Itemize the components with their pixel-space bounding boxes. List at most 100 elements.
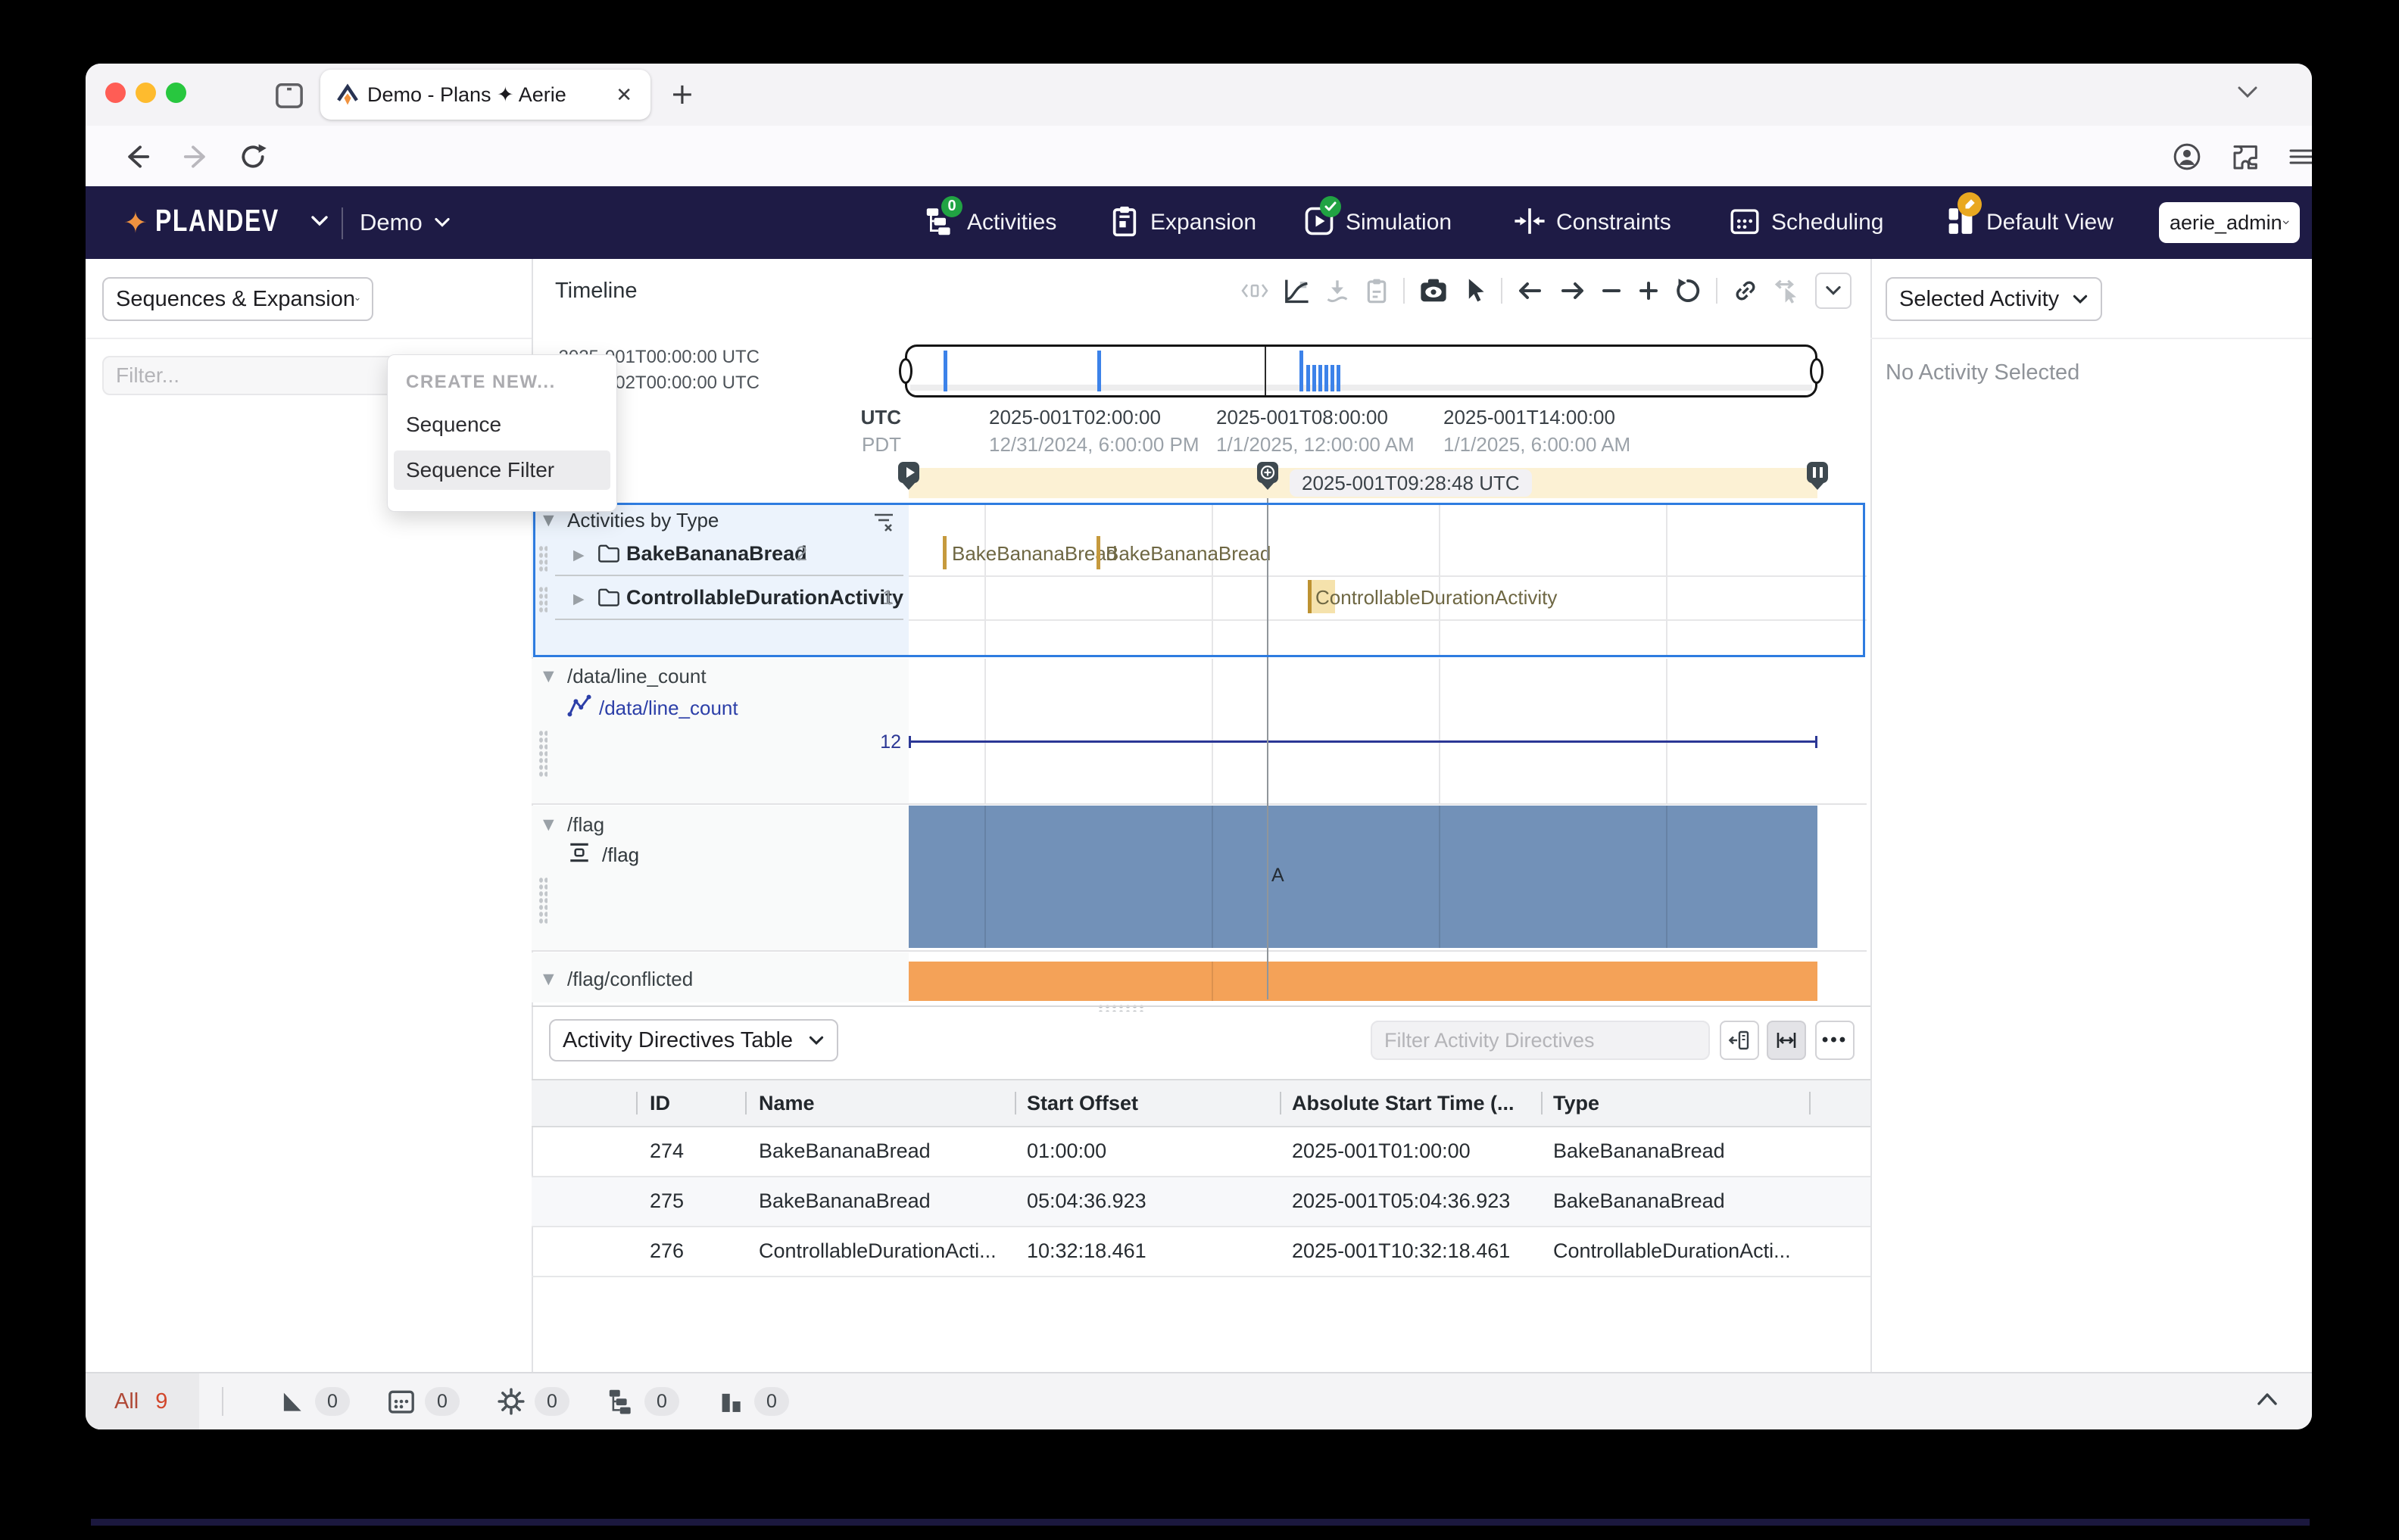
expand-triangle-icon[interactable]: ▶ — [573, 547, 585, 563]
nav-item-constraints[interactable]: Constraints — [1514, 186, 1671, 259]
gear-icon[interactable] — [497, 1387, 526, 1420]
table-panel-toggle-button[interactable] — [1720, 1021, 1759, 1060]
activity-group-name[interactable]: ControllableDurationActivity — [626, 586, 903, 609]
close-window-button[interactable] — [105, 83, 126, 103]
counter-badge[interactable]: 0 — [425, 1387, 460, 1416]
minimap-right-handle[interactable] — [1810, 358, 1823, 384]
user-menu[interactable]: aerie_admin — [2159, 202, 2300, 243]
expand-triangle-icon[interactable]: ▶ — [573, 591, 585, 607]
column-header-absolute-start[interactable]: Absolute Start Time (... — [1292, 1092, 1515, 1115]
time-cursor-line[interactable] — [1267, 498, 1268, 999]
table-row[interactable]: 275 BakeBananaBread 05:04:36.923 2025-00… — [532, 1177, 1870, 1227]
row-drag-handle[interactable] — [538, 730, 547, 778]
pan-left-icon[interactable] — [1517, 280, 1544, 301]
nav-item-scheduling[interactable]: Scheduling — [1729, 186, 1883, 259]
calendar-icon[interactable] — [387, 1387, 416, 1420]
console-tab-all[interactable]: All 9 — [86, 1373, 199, 1429]
minimize-window-button[interactable] — [136, 83, 156, 103]
back-icon[interactable] — [122, 142, 151, 175]
counter-badge[interactable]: 0 — [644, 1387, 679, 1416]
filter-remove-icon[interactable] — [872, 510, 896, 537]
clipboard-icon[interactable] — [1365, 277, 1389, 304]
table-more-button[interactable]: ••• — [1815, 1021, 1855, 1060]
toolbox-icon[interactable] — [273, 78, 306, 115]
timeline-minimap[interactable] — [899, 344, 1823, 397]
chart-edit-icon[interactable] — [1283, 277, 1310, 304]
row-drag-handle[interactable] — [538, 877, 547, 925]
column-header-type[interactable]: Type — [1553, 1092, 1599, 1115]
extensions-puzzle-icon[interactable] — [2231, 142, 2261, 176]
brand-logo[interactable]: PLANDEV — [155, 203, 279, 238]
plan-selector[interactable]: Demo — [360, 186, 451, 259]
plan-start-pin[interactable] — [898, 462, 919, 483]
toolbar-divider — [1403, 278, 1405, 304]
table-row[interactable]: 276 ControllableDurationActi... 10:32:18… — [532, 1227, 1870, 1277]
autosize-columns-button[interactable] — [1767, 1021, 1806, 1060]
hierarchy-icon[interactable] — [607, 1387, 635, 1420]
table-panel-divider[interactable] — [532, 1005, 1870, 1007]
cursor-icon[interactable] — [1462, 277, 1487, 304]
row-drag-handle[interactable] — [538, 545, 547, 572]
activity-bar-label[interactable]: BakeBananaBread — [1106, 542, 1271, 566]
counter-badge[interactable]: 0 — [535, 1387, 569, 1416]
minimap-left-handle[interactable] — [899, 358, 912, 384]
ruler-triangle-icon[interactable] — [277, 1387, 306, 1420]
collapse-triangle-icon[interactable]: ▼ — [543, 668, 554, 684]
activity-bar[interactable] — [1097, 536, 1100, 569]
reset-zoom-icon[interactable] — [1674, 278, 1702, 304]
nav-item-activities[interactable]: 0 Activities — [925, 186, 1056, 259]
drag-cursor-icon[interactable] — [1774, 277, 1801, 304]
nav-item-simulation[interactable]: Simulation — [1303, 186, 1452, 259]
editor-toggle-icon[interactable] — [1241, 279, 1268, 302]
menu-item-sequence[interactable]: Sequence — [388, 405, 616, 444]
table-row[interactable]: 274 BakeBananaBread 01:00:00 2025-001T01… — [532, 1127, 1870, 1177]
download-curve-icon[interactable] — [1324, 278, 1350, 304]
zoom-window-button[interactable] — [166, 83, 186, 103]
browser-tab[interactable]: Demo - Plans ✦ Aerie ✕ — [320, 70, 650, 120]
plan-end-pin[interactable] — [1807, 462, 1828, 483]
column-header-id[interactable]: ID — [650, 1092, 670, 1115]
activity-bar-label[interactable]: ControllableDurationActivity — [1315, 586, 1557, 609]
flag-layer-label[interactable]: /flag — [602, 843, 639, 867]
link-icon[interactable] — [1732, 277, 1759, 304]
nav-item-default-view[interactable]: Default View — [1945, 186, 2114, 259]
right-panel-selector[interactable]: Selected Activity — [1886, 277, 2102, 321]
menu-hamburger-icon[interactable] — [2288, 145, 2312, 173]
collapse-triangle-icon[interactable]: ▼ — [543, 816, 554, 833]
nav-item-expansion[interactable]: Expansion — [1109, 186, 1256, 259]
reload-icon[interactable] — [239, 142, 267, 175]
line-count-layer-label[interactable]: /data/line_count — [599, 697, 738, 720]
conflicted-span-block[interactable] — [909, 962, 1817, 1001]
activity-bar-label[interactable]: BakeBananaBread — [952, 542, 1117, 566]
counter-badge[interactable]: 0 — [754, 1387, 789, 1416]
axis-tick-local: 12/31/2024, 6:00:00 PM — [989, 433, 1200, 456]
tab-close-icon[interactable]: ✕ — [616, 83, 632, 107]
zoom-in-icon[interactable] — [1637, 280, 1660, 301]
counter-badge[interactable]: 0 — [315, 1387, 350, 1416]
column-header-start-offset[interactable]: Start Offset — [1027, 1092, 1138, 1115]
zoom-out-icon[interactable] — [1600, 280, 1623, 301]
table-filter-input[interactable] — [1371, 1021, 1710, 1060]
cursor-time-pin[interactable] — [1257, 462, 1278, 483]
account-icon[interactable] — [2172, 142, 2202, 176]
panel-divider-right[interactable] — [1870, 259, 1872, 1372]
table-panel-selector[interactable]: Activity Directives Table — [549, 1019, 838, 1061]
row-drag-handle[interactable] — [538, 586, 547, 613]
pan-right-icon[interactable] — [1558, 280, 1586, 301]
column-header-name[interactable]: Name — [759, 1092, 815, 1115]
collapse-triangle-icon[interactable]: ▼ — [543, 512, 554, 528]
bar-chart-icon[interactable] — [716, 1387, 745, 1420]
forward-icon[interactable] — [182, 142, 211, 175]
chevron-up-icon[interactable] — [2253, 1389, 2282, 1415]
collapse-triangle-icon[interactable]: ▼ — [543, 971, 554, 987]
tab-list-chevron-icon[interactable] — [2235, 83, 2260, 105]
timeline-more-button[interactable] — [1815, 273, 1852, 309]
activity-bar[interactable] — [943, 536, 947, 569]
new-tab-button[interactable]: + — [670, 77, 694, 111]
brand-chevron-icon[interactable] — [310, 214, 329, 232]
snapshot-camera-icon[interactable] — [1419, 278, 1448, 304]
activity-group-name[interactable]: BakeBananaBread — [626, 542, 807, 566]
menu-item-sequence-filter[interactable]: Sequence Filter — [394, 450, 610, 490]
left-panel-selector[interactable]: Sequences & Expansion — [102, 277, 373, 321]
flag-span-block[interactable] — [909, 806, 1817, 948]
